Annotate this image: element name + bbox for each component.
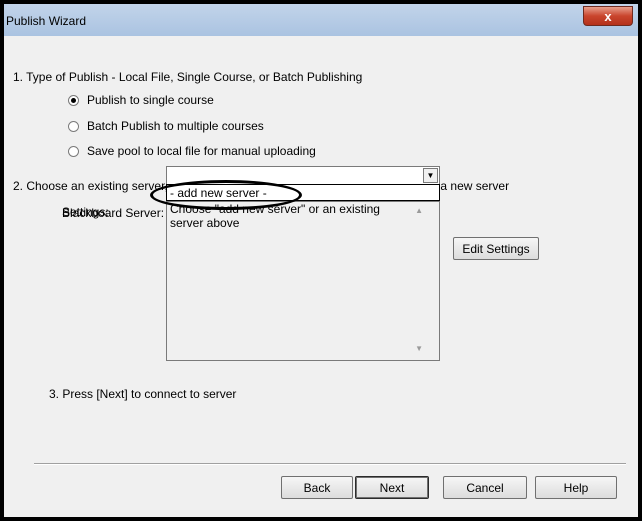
- next-button[interactable]: Next: [355, 476, 429, 499]
- cancel-button[interactable]: Cancel: [443, 476, 527, 499]
- scroll-down-icon[interactable]: ▼: [415, 344, 423, 353]
- step3-heading: 3. Press [Next] to connect to server: [49, 387, 237, 401]
- edit-settings-button[interactable]: Edit Settings: [453, 237, 539, 260]
- title-bar[interactable]: Publish Wizard x: [4, 4, 638, 36]
- radio-icon: [68, 120, 79, 132]
- radio-label: Publish to single course: [87, 93, 214, 107]
- radio-label: Save pool to local file for manual uploa…: [87, 144, 316, 158]
- close-icon: x: [604, 8, 612, 24]
- settings-textarea[interactable]: Choose "add new server" or an existing s…: [166, 201, 440, 361]
- chevron-down-icon[interactable]: ▼: [423, 168, 438, 183]
- footer-divider: [34, 463, 626, 465]
- radio-save-local[interactable]: Save pool to local file for manual uploa…: [68, 144, 316, 158]
- radio-icon: [68, 94, 79, 106]
- scroll-up-icon[interactable]: ▲: [415, 206, 423, 215]
- back-button[interactable]: Back: [281, 476, 353, 499]
- radio-batch-publish[interactable]: Batch Publish to multiple courses: [68, 119, 264, 133]
- highlight-annotation: [150, 180, 302, 210]
- settings-label: Settings:: [62, 205, 109, 219]
- close-button[interactable]: x: [583, 6, 633, 26]
- radio-label: Batch Publish to multiple courses: [87, 119, 264, 133]
- radio-icon: [68, 145, 79, 157]
- radio-publish-single[interactable]: Publish to single course: [68, 93, 214, 107]
- window-title: Publish Wizard: [6, 14, 87, 28]
- step1-heading: 1. Type of Publish - Local File, Single …: [13, 70, 363, 84]
- window-frame: Publish Wizard x 1. Type of Publish - Lo…: [0, 0, 642, 521]
- help-button[interactable]: Help: [535, 476, 617, 499]
